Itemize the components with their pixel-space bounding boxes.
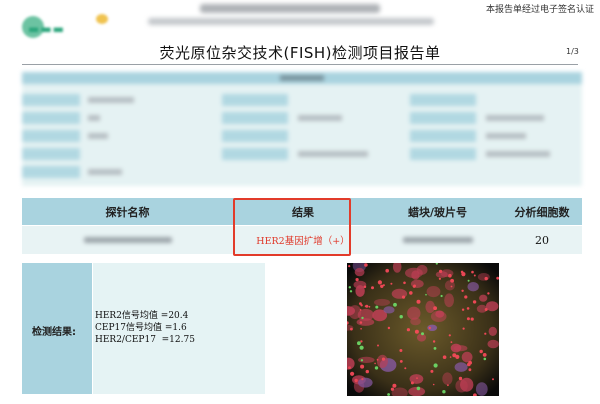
her2-mean-line: HER2信号均值 =20.4 bbox=[95, 311, 189, 321]
col-cell-count: 分析细胞数 bbox=[502, 198, 582, 226]
report-title: 荧光原位杂交技术(FISH)检测项目报告单 bbox=[159, 44, 441, 62]
detection-result-label-box: 检测结果: bbox=[22, 263, 92, 394]
probe-name-cell bbox=[22, 225, 233, 254]
her2-cep17-ratio-line: HER2/CEP17 =12.75 bbox=[95, 335, 195, 345]
col-block-slide-no: 蜡块/玻片号 bbox=[373, 198, 502, 226]
block-slide-cell bbox=[373, 225, 502, 254]
page-number: 1/3 bbox=[566, 47, 579, 56]
probe-name-redacted bbox=[83, 236, 172, 243]
hospital-name-redacted bbox=[200, 4, 380, 13]
cep17-mean-line: CEP17信号均值 =1.6 bbox=[95, 323, 187, 333]
patient-info-redacted bbox=[22, 72, 582, 186]
result-highlight-box bbox=[233, 198, 351, 256]
cell-count-value: 20 bbox=[535, 233, 549, 247]
detection-lines: HER2信号均值 =20.4 CEP17信号均值 =1.6 HER2/CEP17 =… bbox=[95, 310, 195, 346]
e-signature-note: 本报告单经过电子签名认证 bbox=[486, 5, 595, 15]
header-divider bbox=[22, 64, 578, 65]
detection-result-label: 检测结果: bbox=[32, 327, 76, 338]
fish-fluorescence-image bbox=[347, 263, 499, 396]
hospital-logo: ▬▬▬ bbox=[22, 14, 108, 40]
hospital-subtitle-redacted bbox=[148, 18, 434, 25]
detection-result-body: HER2信号均值 =20.4 CEP17信号均值 =1.6 HER2/CEP17 =… bbox=[93, 263, 265, 394]
cell-count-cell: 20 bbox=[502, 225, 582, 254]
block-slide-redacted bbox=[402, 236, 473, 243]
col-probe-name: 探针名称 bbox=[22, 198, 233, 226]
